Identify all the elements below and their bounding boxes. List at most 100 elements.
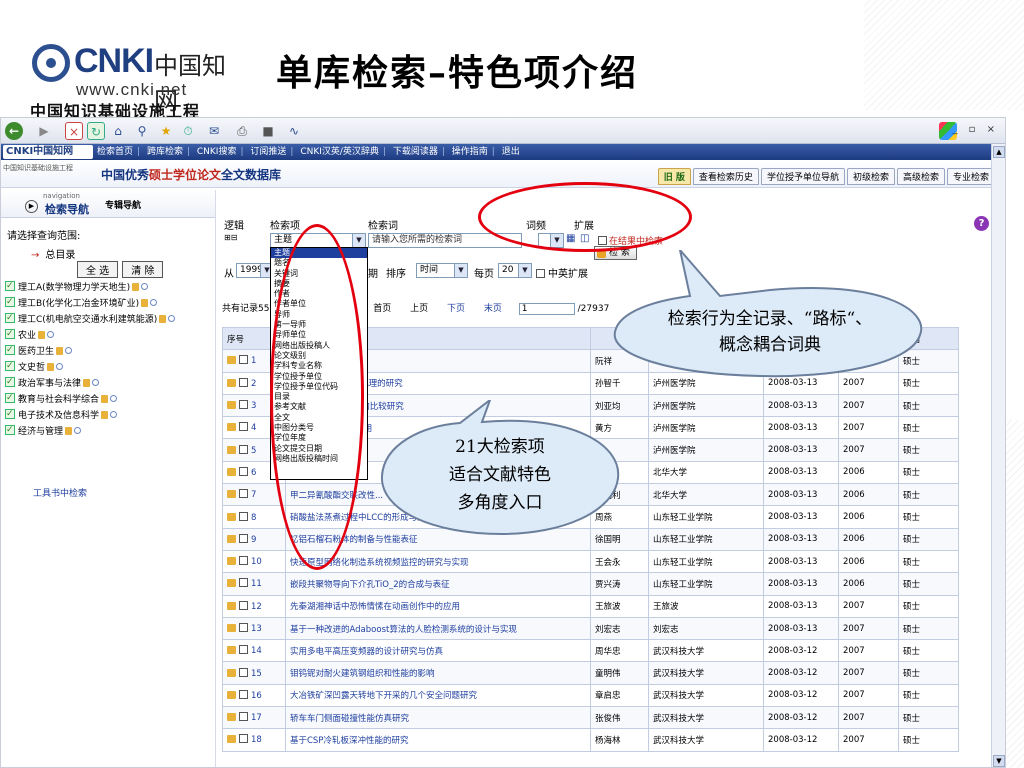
tab-degree-unit-nav[interactable]: 学位授予单位导航 (760, 168, 845, 185)
download-icon[interactable] (227, 557, 236, 566)
help-icon[interactable]: ? (974, 216, 989, 231)
checkbox-checked-icon[interactable] (5, 278, 15, 294)
clear-button[interactable]: 清 除 (122, 261, 164, 278)
row-index-cell[interactable]: 10 (222, 549, 286, 574)
table-row[interactable]: 16 大冶铁矿深凹露天转地下开采的几个安全问题研究 章启忠 武汉科技大学 2008-03… (222, 683, 959, 708)
scroll-up-icon[interactable]: ▲ (993, 146, 1005, 158)
row-index-cell[interactable]: 14 (222, 639, 286, 663)
from-year-select[interactable]: 1999 ▼ (236, 263, 274, 278)
category-item[interactable]: 电子技术及信息科学 (5, 406, 175, 424)
nav-item-home[interactable]: 检索首页 (97, 147, 133, 157)
row-checkbox[interactable] (239, 444, 248, 454)
row-title-link[interactable]: 实用多电平高压变频器的设计研究与仿真 (290, 647, 443, 657)
table-row[interactable]: 14 实用多电平高压变频器的设计研究与仿真 周华忠 武汉科技大学 2008-03-12 2… (222, 639, 959, 663)
nav-item-cnki-search[interactable]: CNKI搜索 (197, 147, 237, 157)
row-index-cell[interactable]: 8 (222, 505, 286, 529)
nav-item-guide[interactable]: 操作指南 (452, 147, 488, 157)
chevron-down-icon[interactable]: ▼ (454, 264, 467, 277)
row-title-cell[interactable]: 嵌段共聚物导向下介孔TiO_2的合成与表征 (285, 572, 591, 596)
messenger-icon[interactable]: ∿ (285, 122, 303, 140)
per-page-select[interactable]: 20 ▼ (498, 263, 532, 278)
nav-item-reader[interactable]: 下载阅读器 (393, 147, 438, 157)
download-icon[interactable] (227, 490, 236, 499)
row-checkbox[interactable] (239, 400, 248, 410)
download-icon[interactable] (227, 735, 236, 744)
row-checkbox[interactable] (239, 689, 248, 699)
category-item[interactable]: 文史哲 (5, 358, 175, 376)
row-checkbox[interactable] (239, 466, 248, 476)
tab-album-navigation[interactable]: 专辑导航 (105, 198, 141, 211)
nav-logo[interactable]: CNKI中国知网 (3, 145, 93, 159)
tab-advanced-search[interactable]: 高级检索 (896, 168, 945, 185)
window-controls[interactable]: _ ▫ × (952, 124, 999, 135)
edit-icon[interactable]: ■ (259, 122, 277, 140)
table-row[interactable]: 17 轿车车门侧面碰撞性能仿真研究 张俊伟 武汉科技大学 2008-03-12 2007 硕… (222, 706, 959, 730)
sort-select[interactable]: 时间 ▼ (416, 263, 468, 278)
checkbox-checked-icon[interactable] (5, 390, 15, 406)
row-checkbox[interactable] (239, 489, 248, 499)
refresh-icon[interactable]: ↻ (87, 122, 105, 140)
row-index-cell[interactable]: 11 (222, 572, 286, 596)
table-row[interactable]: 13 基于一种改进的Adaboost算法的人脸检测系统的设计与实现 刘宏志 刘宏志 20… (222, 616, 959, 641)
row-checkbox[interactable] (239, 511, 248, 521)
category-item[interactable]: 理工A(数学物理力学天地生) (5, 278, 175, 296)
row-title-link[interactable]: 轿车车门侧面碰撞性能仿真研究 (290, 714, 409, 724)
row-title-cell[interactable]: 钼钨铌对耐火建筑钢组织和性能的影响 (285, 661, 591, 685)
category-item[interactable]: 政治军事与法律 (5, 374, 175, 392)
row-checkbox[interactable] (239, 355, 248, 365)
chevron-down-icon[interactable]: ▼ (518, 264, 531, 277)
play-icon[interactable]: ▶ (25, 200, 38, 213)
magnifier-icon[interactable] (110, 411, 118, 418)
nav-item-cross-db[interactable]: 跨库检索 (147, 147, 183, 157)
row-index-cell[interactable]: 17 (222, 706, 286, 730)
category-item[interactable]: 经济与管理 (5, 422, 175, 440)
row-index-cell[interactable]: 12 (222, 594, 286, 618)
root-catalog[interactable]: → 总目录 (31, 246, 75, 261)
checkbox-checked-icon[interactable] (5, 326, 15, 342)
table-row[interactable]: 18 基于CSP冷轧板深冲性能的研究 杨海林 武汉科技大学 2008-03-12 2007… (222, 728, 959, 752)
forward-icon[interactable]: ▶ (35, 122, 53, 140)
row-title-link[interactable]: 大冶铁矿深凹露天转地下开采的几个安全问题研究 (290, 691, 477, 701)
nav-item-logout[interactable]: 退出 (502, 147, 520, 157)
row-checkbox[interactable] (239, 645, 248, 655)
download-icon[interactable] (227, 713, 236, 722)
download-icon[interactable] (227, 646, 236, 655)
magnifier-icon[interactable] (74, 427, 82, 434)
tab-basic-search[interactable]: 初级检索 (846, 168, 895, 185)
tab-old-version[interactable]: 旧 版 (657, 168, 691, 185)
chevron-down-icon[interactable]: ▼ (352, 234, 365, 247)
magnifier-icon[interactable] (110, 395, 118, 402)
search-icon[interactable]: ⚲ (133, 122, 151, 140)
download-icon[interactable] (227, 512, 236, 521)
magnifier-icon[interactable] (65, 347, 73, 354)
row-checkbox[interactable] (239, 556, 248, 566)
favorites-icon[interactable]: ★ (157, 122, 175, 140)
stop-icon[interactable]: × (65, 122, 83, 140)
row-title-link[interactable]: 钼钨铌对耐火建筑钢组织和性能的影响 (290, 669, 435, 679)
next-page-link[interactable]: 下页 (447, 304, 465, 314)
category-item[interactable]: 理工C(机电航空交通水利建筑能源) (5, 310, 176, 328)
checkbox-checked-icon[interactable] (5, 310, 15, 326)
checkbox-checked-icon[interactable] (5, 374, 15, 390)
category-item[interactable]: 农业 (5, 326, 175, 344)
row-title-cell[interactable]: 轿车车门侧面碰撞性能仿真研究 (285, 706, 591, 730)
table-row[interactable]: 11 嵌段共聚物导向下介孔TiO_2的合成与表征 贾兴涛 山东轻工业学院 2008-03… (222, 572, 959, 596)
download-icon[interactable] (227, 668, 236, 677)
cn-en-expand-checkbox[interactable]: 中英扩展 (536, 265, 588, 280)
history-icon[interactable]: ⏱ (179, 122, 197, 140)
row-title-link[interactable]: 嵌段共聚物导向下介孔TiO_2的合成与表征 (290, 580, 450, 590)
category-item[interactable]: 医药卫生 (5, 342, 175, 360)
checkbox-checked-icon[interactable] (5, 406, 15, 422)
tab-search-history[interactable]: 查看检索历史 (692, 168, 759, 185)
row-title-cell[interactable]: 实用多电平高压变频器的设计研究与仿真 (285, 639, 591, 663)
table-row[interactable]: 12 先秦湖湘神话中恐怖情愫在动画创作中的应用 王旅波 王旅波 2008-03-13 20… (222, 594, 959, 618)
vertical-scrollbar[interactable]: ▲ ▼ (991, 144, 1005, 767)
tab-search-navigation[interactable]: 检索导航 (45, 201, 89, 217)
category-item[interactable]: 理工B(化学化工冶金环境矿业) (5, 294, 175, 312)
download-icon[interactable] (227, 624, 236, 632)
checkbox-checked-icon[interactable] (5, 294, 15, 310)
row-title-link[interactable]: 基于一种改进的Adaboost算法的人脸检测系统的设计与实现 (290, 625, 517, 635)
download-icon[interactable] (227, 423, 236, 432)
home-icon[interactable]: ⌂ (109, 122, 127, 140)
download-icon[interactable] (227, 356, 236, 365)
